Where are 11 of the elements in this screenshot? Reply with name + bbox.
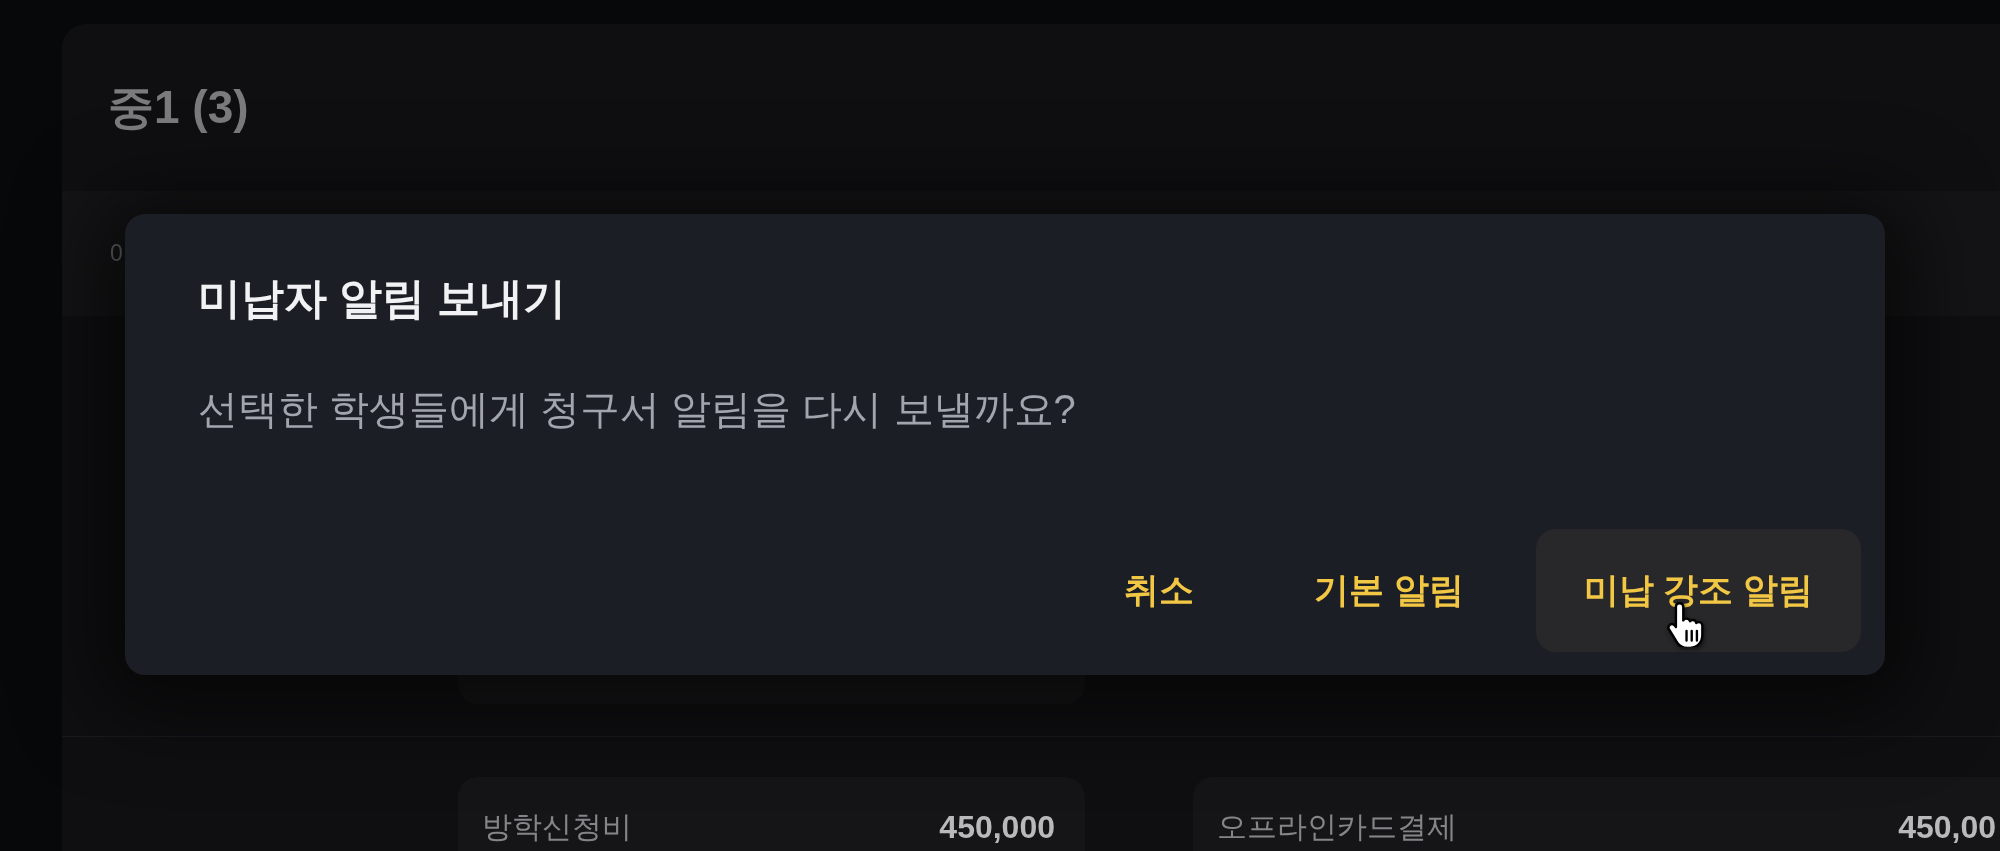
- dialog-button[interactable]: 취소: [1075, 529, 1242, 652]
- charge-label: 오프라인카드결제: [1217, 809, 1457, 845]
- dialog-title: 미납자 알림 보내기: [198, 273, 566, 324]
- dialog-message: 선택한 학생들에게 청구서 알림을 다시 보낼까요?: [198, 386, 1076, 433]
- dialog-button[interactable]: 미납 강조 알림: [1535, 529, 1861, 652]
- charge-amount: 450,00: [1898, 808, 1996, 847]
- charge-amount: 450,000: [939, 808, 1055, 847]
- dialog-button[interactable]: 기본 알림: [1265, 529, 1512, 652]
- charge-label: 방학신청비: [482, 809, 632, 845]
- summary-value: 0: [110, 240, 123, 267]
- group-title: 중1 (3): [108, 79, 249, 135]
